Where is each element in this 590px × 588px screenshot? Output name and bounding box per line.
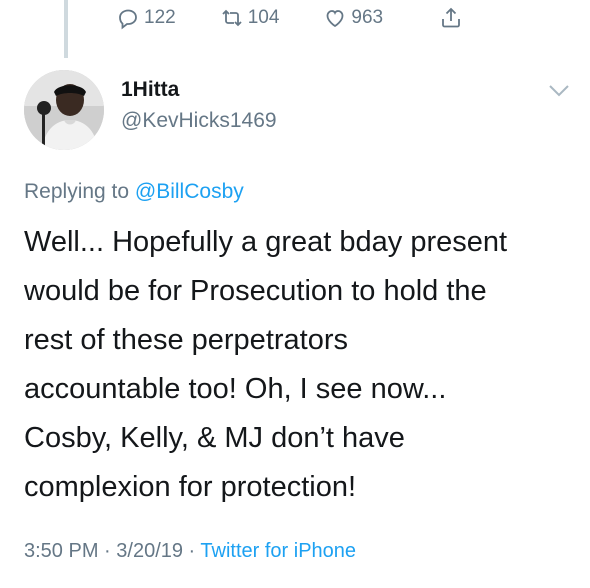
tweet-source-link[interactable]: Twitter for iPhone bbox=[200, 540, 356, 562]
user-handle[interactable]: @KevHicks1469 bbox=[121, 109, 277, 133]
retweet-button[interactable]: 104 bbox=[220, 6, 280, 30]
avatar[interactable] bbox=[24, 70, 104, 150]
tweet-text: Well... Hopefully a great bday present w… bbox=[24, 226, 508, 503]
meta-separator: · bbox=[98, 540, 117, 562]
previous-tweet-action-bar: 122 104 963 bbox=[116, 4, 463, 32]
share-icon bbox=[442, 7, 461, 28]
tweet-time[interactable]: 3:50 PM bbox=[24, 540, 98, 562]
retweet-count: 104 bbox=[247, 7, 280, 28]
meta-separator-2: · bbox=[183, 540, 201, 562]
like-count: 963 bbox=[351, 7, 384, 28]
tweet-date[interactable]: 3/20/19 bbox=[116, 540, 183, 562]
retweet-icon bbox=[222, 9, 242, 27]
chevron-down-icon[interactable] bbox=[548, 84, 570, 98]
display-name[interactable]: 1Hitta bbox=[121, 78, 179, 102]
thread-line bbox=[64, 0, 68, 58]
reply-button[interactable]: 122 bbox=[116, 6, 176, 30]
reply-icon bbox=[119, 9, 137, 30]
replying-to: Replying to @BillCosby bbox=[24, 180, 244, 204]
reply-count: 122 bbox=[144, 7, 176, 28]
tweet-meta: 3:50 PM · 3/20/19 · Twitter for iPhone bbox=[24, 540, 356, 563]
like-button[interactable]: 963 bbox=[323, 6, 383, 30]
mention-link[interactable]: @BillCosby bbox=[135, 180, 244, 203]
replying-prefix: Replying to bbox=[24, 180, 135, 203]
avatar-photo bbox=[24, 70, 104, 150]
like-icon bbox=[327, 10, 344, 28]
share-button[interactable] bbox=[439, 6, 463, 30]
